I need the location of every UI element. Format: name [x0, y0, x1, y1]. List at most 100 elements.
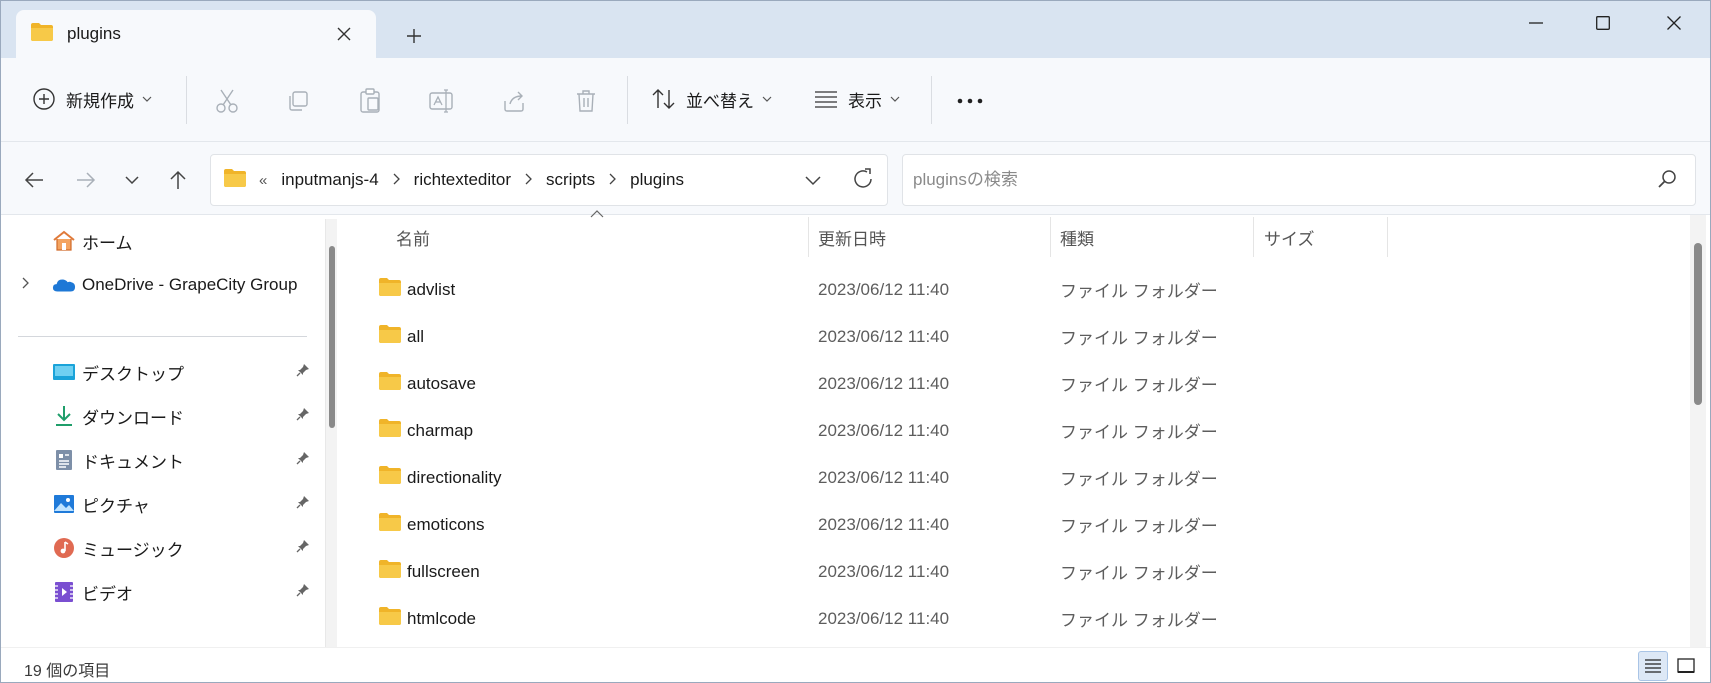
sidebar-item-documents[interactable]: ドキュメント — [0, 440, 320, 480]
minimize-icon — [1529, 22, 1543, 24]
tab-title: plugins — [67, 24, 121, 43]
file-row[interactable]: fullscreen 2023/06/12 11:40 ファイル フォルダー — [345, 548, 1665, 595]
sidebar-item-label: OneDrive - GrapeCity Group — [82, 275, 298, 294]
address-bar[interactable]: « inputmanjs-4 richtexteditor scripts pl… — [210, 154, 888, 206]
column-header-date[interactable]: 更新日時 — [818, 215, 886, 259]
desktop-icon — [52, 360, 76, 384]
file-row[interactable]: charmap 2023/06/12 11:40 ファイル フォルダー — [345, 407, 1665, 454]
refresh-button[interactable] — [851, 167, 875, 196]
file-type: ファイル フォルダー — [1060, 517, 1218, 536]
more-icon — [957, 98, 983, 104]
breadcrumb-item[interactable]: plugins — [630, 170, 684, 190]
sidebar-scrollbar-thumb[interactable] — [329, 246, 335, 428]
more-button[interactable] — [955, 86, 985, 116]
file-type: ファイル フォルダー — [1060, 470, 1218, 489]
column-header-name[interactable]: 名前 — [396, 215, 430, 259]
close-window-button[interactable] — [1646, 8, 1702, 38]
chevron-down-icon — [142, 96, 152, 102]
new-button-label: 新規作成 — [66, 91, 134, 111]
sidebar-item-downloads[interactable]: ダウンロード — [0, 396, 320, 436]
chevron-right-icon[interactable] — [525, 172, 532, 189]
breadcrumb-item[interactable]: scripts — [546, 170, 595, 190]
column-divider[interactable] — [808, 217, 809, 257]
sidebar-item-videos[interactable]: ビデオ — [0, 572, 320, 612]
toolbar-divider — [186, 76, 187, 124]
large-icons-view-icon — [1677, 658, 1695, 673]
column-divider[interactable] — [1253, 217, 1254, 257]
tab-plugins[interactable]: plugins — [16, 10, 376, 58]
paste-button[interactable] — [355, 86, 385, 116]
column-divider[interactable] — [1387, 217, 1388, 257]
chevron-right-icon[interactable] — [609, 172, 617, 189]
minimize-button[interactable] — [1508, 8, 1564, 38]
sidebar-item-onedrive[interactable]: OneDrive - GrapeCity Group — [0, 265, 320, 305]
share-button[interactable] — [499, 86, 529, 116]
pin-icon[interactable] — [296, 539, 310, 558]
sidebar-scrollbar[interactable] — [325, 219, 337, 647]
file-list-scrollbar-thumb[interactable] — [1694, 243, 1702, 405]
up-button[interactable] — [162, 164, 194, 196]
file-row[interactable]: emoticons 2023/06/12 11:40 ファイル フォルダー — [345, 501, 1665, 548]
file-row[interactable]: directionality 2023/06/12 11:40 ファイル フォル… — [345, 454, 1665, 501]
details-view-button[interactable] — [1638, 651, 1668, 681]
file-date: 2023/06/12 11:40 — [818, 420, 950, 440]
pin-icon[interactable] — [296, 495, 310, 514]
sort-ascending-icon — [590, 210, 604, 218]
file-name: directionality — [407, 467, 502, 487]
view-button[interactable]: 表示 — [814, 80, 900, 118]
chevron-right-icon[interactable] — [22, 276, 29, 294]
chevron-right-icon[interactable] — [393, 172, 400, 189]
plus-icon — [407, 29, 421, 43]
sidebar-item-music[interactable]: ミュージック — [0, 528, 320, 568]
file-row[interactable]: all 2023/06/12 11:40 ファイル フォルダー — [345, 313, 1665, 360]
copy-button[interactable] — [283, 86, 313, 116]
close-tab-icon[interactable] — [332, 22, 356, 46]
breadcrumb-overflow[interactable]: « — [259, 172, 267, 189]
breadcrumb-item[interactable]: inputmanjs-4 — [281, 170, 378, 190]
search-box[interactable] — [902, 154, 1696, 206]
toolbar-divider — [931, 76, 932, 124]
recent-locations-button[interactable] — [116, 164, 148, 196]
folder-icon — [378, 606, 402, 631]
maximize-button[interactable] — [1575, 8, 1631, 38]
close-icon — [1667, 16, 1681, 30]
pin-icon[interactable] — [296, 583, 310, 602]
preview-view-button[interactable] — [1671, 651, 1701, 681]
file-date: 2023/06/12 11:40 — [818, 514, 950, 534]
arrow-right-icon — [77, 172, 96, 188]
sidebar-item-home[interactable]: ホーム — [0, 221, 320, 261]
music-icon — [52, 536, 76, 560]
toolbar-divider — [627, 76, 628, 124]
sidebar-item-pictures[interactable]: ピクチャ — [0, 484, 320, 524]
pin-icon[interactable] — [296, 407, 310, 426]
file-list-scrollbar[interactable] — [1690, 215, 1706, 647]
sidebar-divider — [18, 336, 307, 337]
pin-icon[interactable] — [296, 451, 310, 470]
pin-icon[interactable] — [296, 363, 310, 382]
folder-icon — [378, 465, 402, 490]
column-divider[interactable] — [1050, 217, 1051, 257]
file-row[interactable]: htmlcode 2023/06/12 11:40 ファイル フォルダー — [345, 595, 1665, 642]
column-header-size[interactable]: サイズ — [1264, 215, 1315, 259]
new-tab-button[interactable] — [400, 22, 428, 50]
file-type: ファイル フォルダー — [1060, 611, 1218, 630]
new-button[interactable]: 新規作成 — [32, 80, 152, 118]
sort-button[interactable]: 並べ替え — [652, 80, 772, 118]
back-button[interactable] — [18, 164, 50, 196]
column-header-type[interactable]: 種類 — [1060, 215, 1094, 259]
forward-button[interactable] — [70, 164, 102, 196]
address-history-button[interactable] — [805, 168, 821, 197]
breadcrumb-item[interactable]: richtexteditor — [414, 170, 511, 190]
file-name: fullscreen — [407, 561, 480, 581]
rename-button[interactable] — [427, 86, 457, 116]
sidebar-item-desktop[interactable]: デスクトップ — [0, 352, 320, 392]
folder-icon — [378, 324, 402, 349]
cut-button[interactable] — [212, 86, 242, 116]
search-input[interactable] — [913, 170, 1613, 190]
search-icon[interactable] — [1657, 169, 1677, 194]
arrow-up-icon — [170, 170, 186, 189]
file-row[interactable]: advlist 2023/06/12 11:40 ファイル フォルダー — [345, 266, 1665, 313]
delete-button[interactable] — [571, 86, 601, 116]
file-row[interactable]: autosave 2023/06/12 11:40 ファイル フォルダー — [345, 360, 1665, 407]
file-date: 2023/06/12 11:40 — [818, 326, 950, 346]
